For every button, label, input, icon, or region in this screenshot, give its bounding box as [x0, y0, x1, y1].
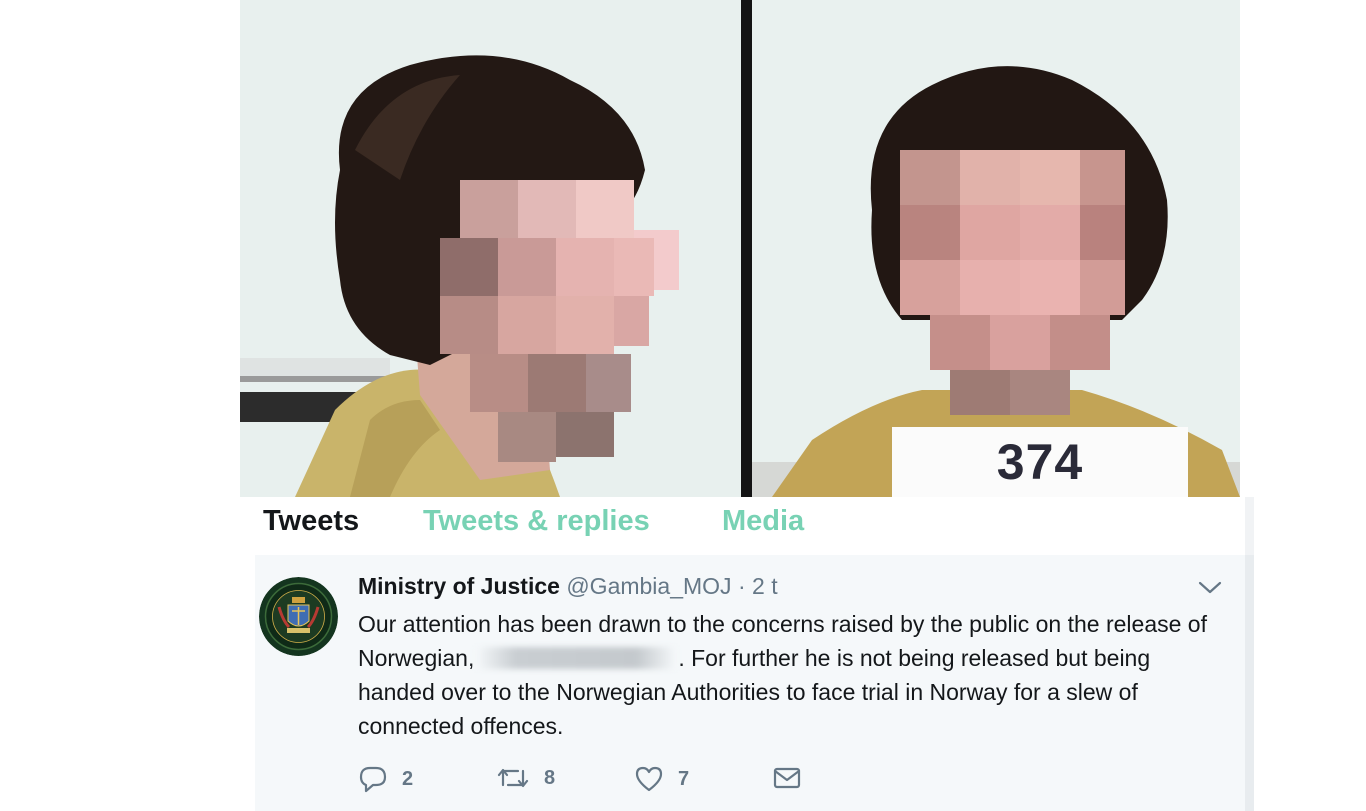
reply-count: 2: [402, 767, 414, 790]
message-button[interactable]: [772, 765, 816, 791]
justice-seal-icon: [259, 577, 338, 656]
profile-tabs: Tweets Tweets & replies Media: [255, 497, 1254, 555]
reply-button[interactable]: 2: [358, 765, 413, 793]
display-name[interactable]: Ministry of Justice: [358, 573, 560, 599]
like-count: 7: [678, 767, 690, 790]
tab-tweets-and-replies[interactable]: Tweets & replies: [423, 505, 650, 538]
redacted-name: [476, 647, 677, 669]
timestamp[interactable]: 2 t: [752, 573, 778, 599]
message-icon: [773, 767, 801, 789]
reply-icon: [359, 766, 387, 793]
tab-tweets[interactable]: Tweets: [263, 505, 359, 538]
photo-divider: [741, 0, 752, 497]
tweet: Ministry of Justice @Gambia_MOJ · 2 t Ou…: [255, 555, 1254, 811]
mugshot-front-photo: 374: [752, 0, 1240, 497]
retweet-icon: [497, 768, 529, 788]
chevron-down-icon[interactable]: [1198, 581, 1222, 595]
tweet-header: Ministry of Justice @Gambia_MOJ · 2 t: [358, 573, 778, 600]
separator: ·: [731, 573, 753, 599]
like-button[interactable]: 7: [634, 765, 689, 793]
retweet-count: 8: [544, 766, 556, 789]
mugshot-profile-photo: [240, 0, 741, 497]
tweet-text: Our attention has been drawn to the conc…: [358, 607, 1228, 743]
retweet-button[interactable]: 8: [496, 765, 555, 791]
tab-media[interactable]: Media: [722, 505, 804, 538]
booking-number-sign: 374: [996, 434, 1084, 490]
handle[interactable]: @Gambia_MOJ: [566, 573, 731, 599]
like-icon: [635, 766, 663, 792]
avatar[interactable]: [259, 577, 338, 656]
